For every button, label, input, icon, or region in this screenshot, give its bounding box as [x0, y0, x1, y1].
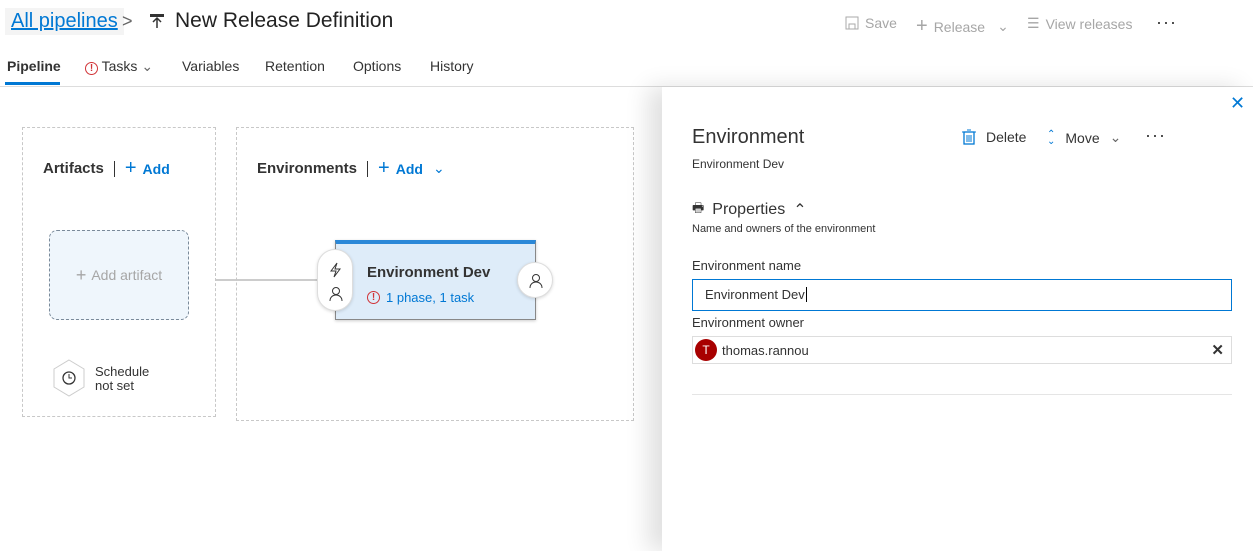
list-icon: ☰: [1027, 15, 1040, 31]
pre-deployment-conditions: [317, 249, 353, 311]
properties-section-toggle[interactable]: 🖶 Properties ⌃: [692, 199, 807, 221]
environment-card[interactable]: Environment Dev ! 1 phase, 1 task: [335, 240, 536, 320]
tab-history[interactable]: History: [430, 58, 474, 74]
view-releases-label: View releases: [1045, 15, 1133, 32]
schedule-value: not set: [95, 378, 135, 393]
save-icon: [845, 16, 859, 30]
tab-label: Options: [353, 58, 402, 74]
pre-approval-person-icon[interactable]: [328, 286, 344, 302]
tab-label: History: [430, 58, 474, 74]
environment-panel: ✕ Environment Environment Dev Delete ⌃ ⌄ M…: [662, 87, 1253, 551]
plus-icon: +: [378, 157, 390, 179]
text-cursor: [805, 287, 807, 302]
add-artifact-button[interactable]: + Add artifact: [49, 230, 189, 320]
plus-icon: +: [75, 264, 87, 285]
environment-card-summary[interactable]: ! 1 phase, 1 task: [367, 290, 474, 305]
page-title: New Release Definition: [175, 9, 394, 32]
close-icon[interactable]: ✕: [1230, 93, 1245, 114]
environment-name-label: Environment name: [692, 258, 802, 273]
move-button[interactable]: ⌃ ⌄ Move ⌄: [1047, 129, 1121, 146]
section-description: Name and owners of the environment: [692, 223, 876, 235]
artifacts-title: Artifacts: [43, 160, 104, 177]
view-releases-button[interactable]: ☰ View releases: [1027, 15, 1132, 32]
divider: [113, 160, 115, 177]
properties-icon: 🖶: [692, 200, 705, 215]
avatar: T: [695, 339, 717, 361]
tab-retention[interactable]: Retention: [265, 58, 325, 74]
section-title: Properties: [712, 201, 786, 218]
save-button[interactable]: Save: [845, 15, 897, 31]
plus-icon: +: [916, 15, 928, 37]
add-artifact-label: Add artifact: [91, 267, 163, 283]
environment-owner-label: Environment owner: [692, 315, 804, 330]
delete-button[interactable]: Delete: [962, 129, 1026, 145]
tab-label: Variables: [182, 58, 240, 74]
breadcrumb-all-pipelines[interactable]: All pipelines: [5, 8, 124, 35]
environment-card-name: Environment Dev: [367, 264, 491, 281]
breadcrumb-separator-icon: >: [122, 11, 133, 31]
release-label: Release: [933, 18, 986, 35]
schedule-status[interactable]: Schedule not set: [95, 365, 149, 393]
panel-more-icon[interactable]: ···: [1145, 125, 1166, 146]
chevron-down-icon: ⌄: [432, 160, 445, 176]
release-button[interactable]: + Release ⌄: [916, 15, 1009, 38]
panel-subtitle: Environment Dev: [692, 157, 785, 171]
divider: [367, 160, 369, 177]
remove-owner-icon[interactable]: ✕: [1211, 341, 1224, 359]
plus-icon: +: [124, 157, 137, 179]
add-label: Add: [395, 160, 423, 177]
environments-title: Environments: [257, 160, 358, 177]
move-label: Move: [1065, 129, 1100, 146]
up-down-icon: ⌃ ⌄: [1047, 128, 1056, 147]
owner-name: thomas.rannou: [722, 342, 809, 358]
add-label: Add: [142, 160, 170, 177]
tab-label: Pipeline: [7, 58, 61, 74]
post-deployment-approvals[interactable]: [517, 262, 553, 298]
warning-icon: !: [85, 62, 98, 75]
active-tab-indicator: [5, 82, 60, 85]
environment-owner-picker[interactable]: T thomas.rannou ✕: [692, 336, 1232, 364]
tab-options[interactable]: Options: [353, 58, 401, 74]
chevron-down-icon: ⌄: [997, 18, 1009, 34]
tab-pipeline[interactable]: Pipeline: [7, 58, 61, 74]
chevron-down-icon: ⌄: [1109, 129, 1122, 145]
schedule-icon[interactable]: [51, 358, 87, 398]
schedule-label: Schedule: [95, 364, 150, 379]
environments-header: Environments + Add ⌄: [257, 157, 445, 180]
trigger-icon[interactable]: [328, 262, 344, 278]
delete-label: Delete: [986, 129, 1027, 145]
artifacts-header: Artifacts + Add: [43, 157, 170, 180]
add-environment-button[interactable]: + Add ⌄: [378, 157, 445, 180]
save-label: Save: [865, 15, 897, 31]
release-definition-icon: [150, 14, 164, 28]
more-options-icon[interactable]: ···: [1156, 12, 1177, 33]
input-value: Environment Dev: [705, 287, 805, 302]
tab-variables[interactable]: Variables: [182, 58, 239, 74]
tab-label: Retention: [265, 58, 325, 74]
divider: [692, 394, 1232, 395]
trash-icon: [962, 129, 976, 145]
tab-label: Tasks: [101, 58, 138, 74]
chevron-up-icon: ⌃: [793, 202, 807, 219]
warning-icon: !: [367, 291, 380, 304]
chevron-down-icon: ⌄: [141, 58, 154, 74]
tab-tasks[interactable]: ! Tasks ⌄: [85, 58, 153, 75]
panel-title: Environment: [692, 126, 805, 148]
add-artifact-link[interactable]: + Add: [125, 157, 170, 180]
post-approval-person-icon: [529, 274, 543, 289]
environment-name-input[interactable]: Environment Dev: [692, 279, 1232, 311]
summary-text: 1 phase, 1 task: [386, 290, 475, 305]
